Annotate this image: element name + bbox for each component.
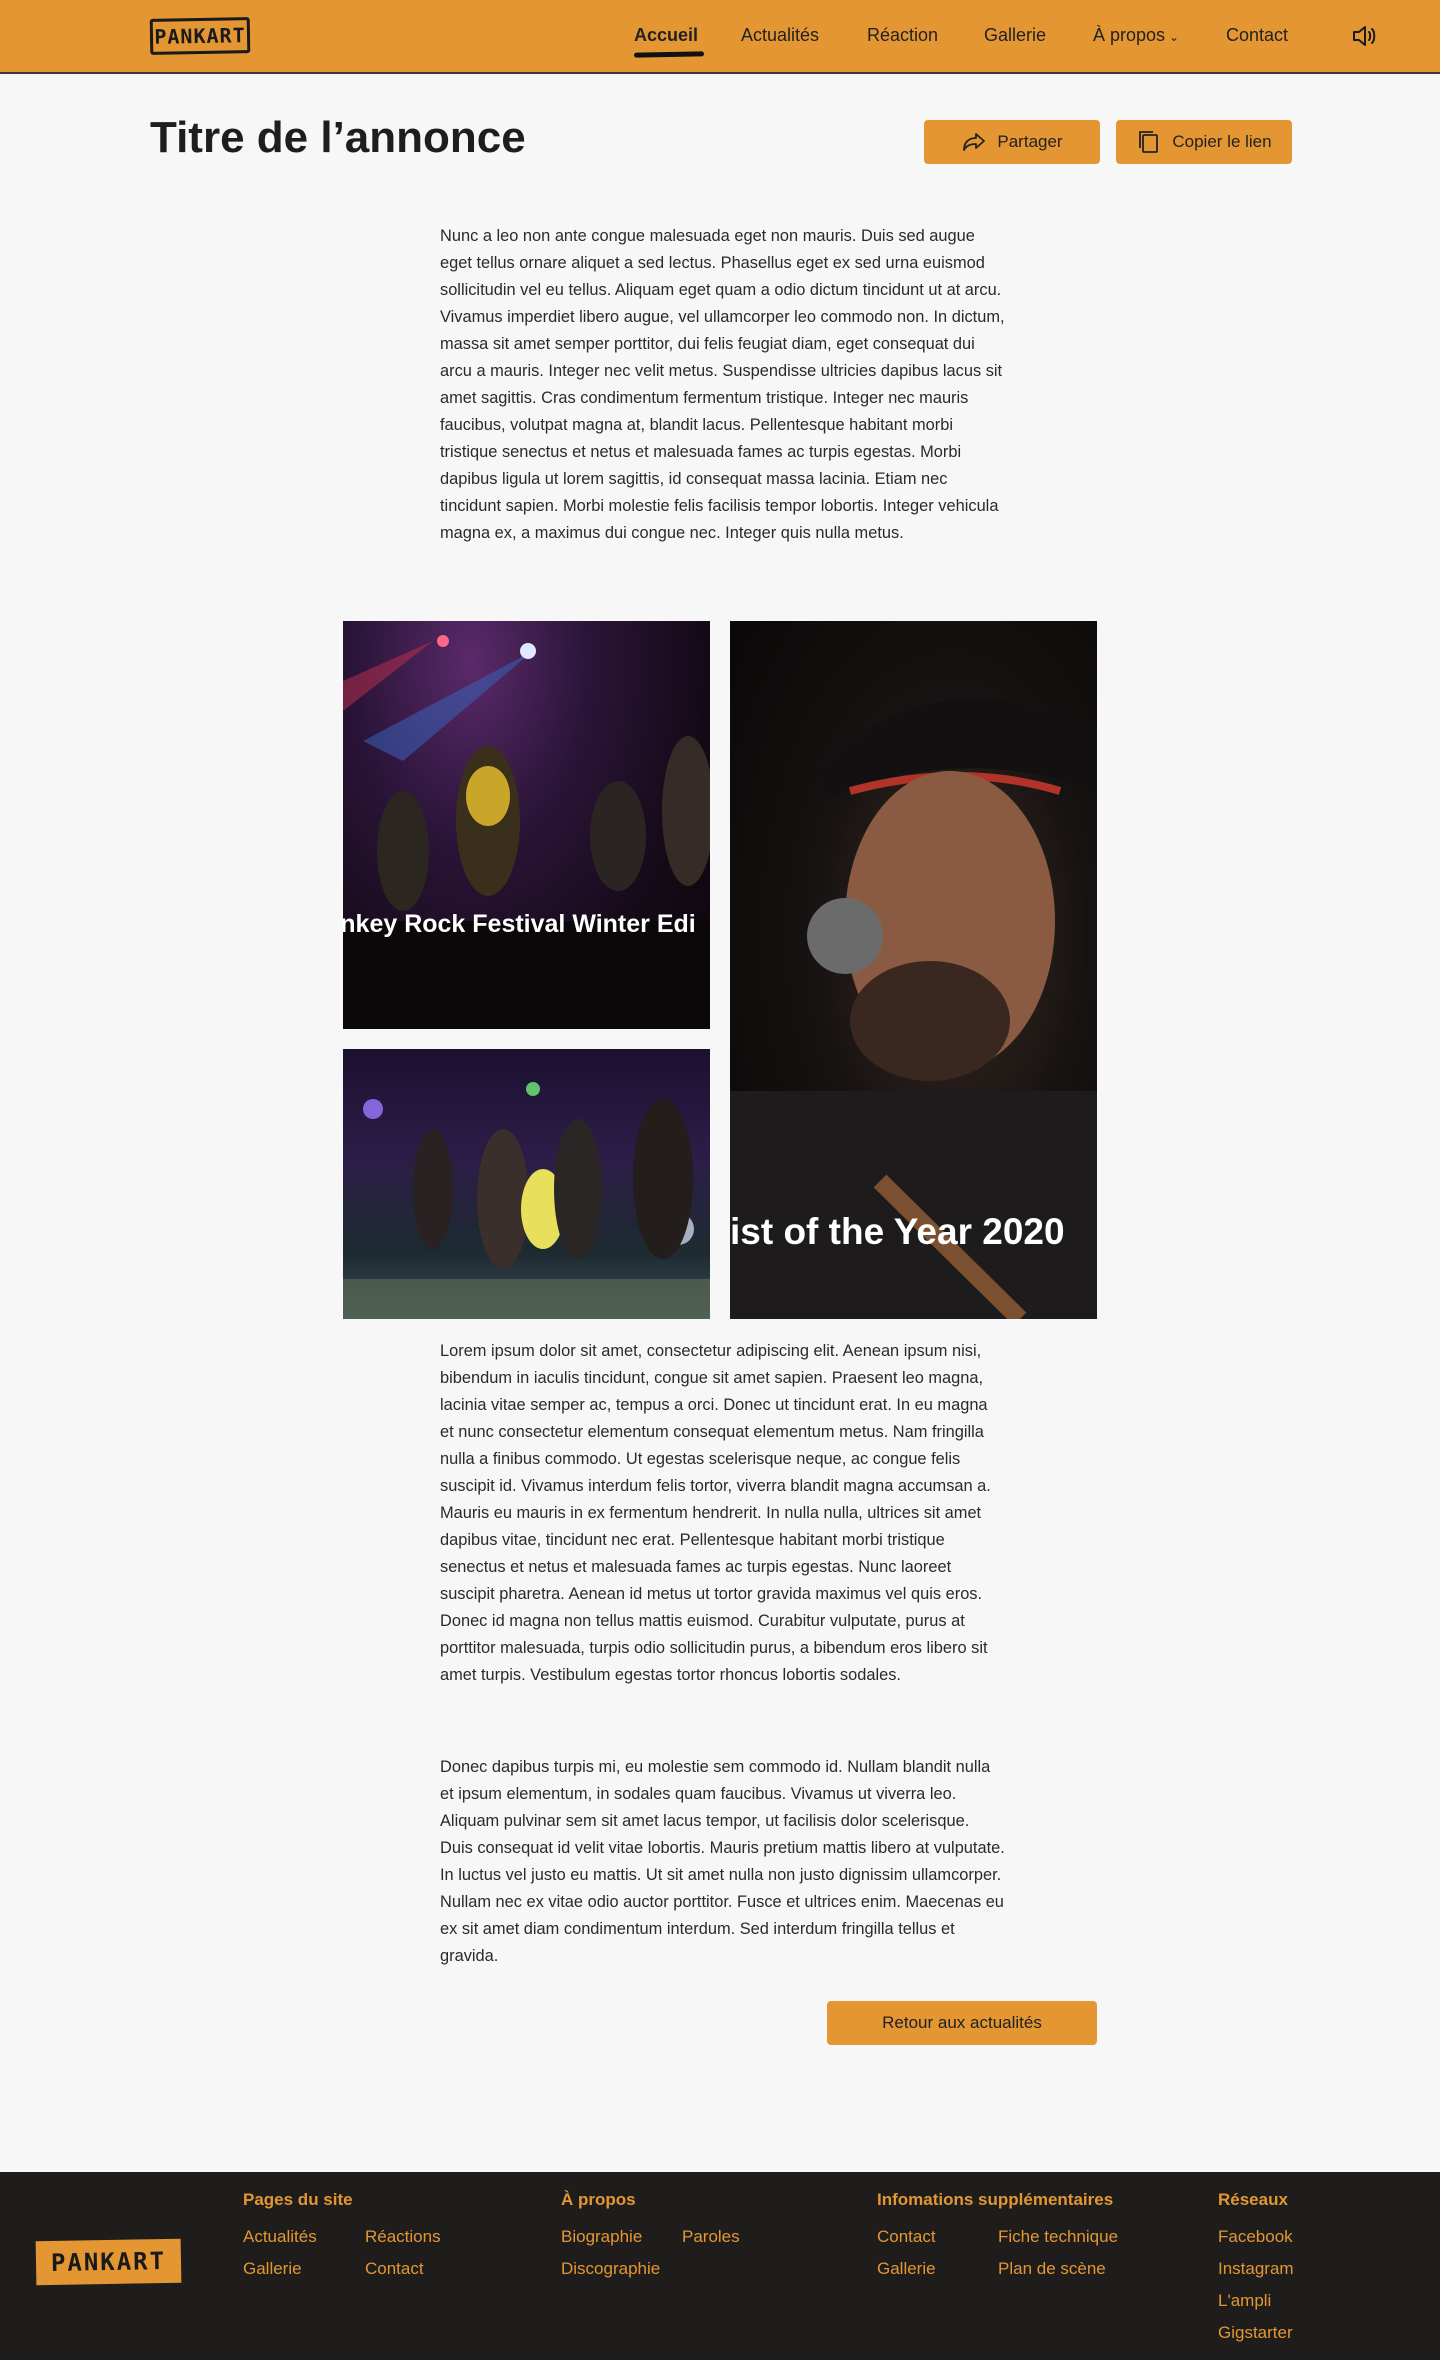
speaker-icon[interactable]	[1350, 22, 1378, 50]
footer-link-info-gallerie[interactable]: Gallerie	[877, 2259, 936, 2279]
active-underline	[633, 51, 705, 58]
footer-link-fiche-technique[interactable]: Fiche technique	[998, 2227, 1118, 2247]
footer-link-discographie[interactable]: Discographie	[561, 2259, 660, 2279]
footer-heading-info: Infomations supplémentaires	[877, 2190, 1114, 2209]
back-to-news-button[interactable]: Retour aux actualités	[827, 2001, 1097, 2045]
nav-reaction[interactable]: Réaction	[867, 25, 938, 46]
footer-link-gallerie[interactable]: Gallerie	[243, 2259, 302, 2279]
copy-link-label: Copier le lien	[1172, 132, 1272, 151]
photo-singer[interactable]: ist of the Year 2020	[730, 621, 1097, 1319]
photo-stage-band[interactable]	[343, 1049, 710, 1319]
copy-icon	[1139, 131, 1159, 153]
footer-link-contact[interactable]: Contact	[365, 2259, 424, 2279]
chevron-down-icon: ⌄	[1169, 30, 1180, 44]
nav-contact[interactable]: Contact	[1226, 25, 1288, 46]
body-paragraph-1: Lorem ipsum dolor sit amet, consectetur …	[440, 1342, 991, 1684]
footer-link-lampli[interactable]: L'ampli	[1218, 2291, 1271, 2311]
nav-accueil[interactable]: Accueil	[633, 25, 705, 58]
share-label: Partager	[997, 132, 1063, 151]
copy-link-button[interactable]: Copier le lien	[1116, 120, 1292, 164]
nav-accueil-label: Accueil	[634, 25, 699, 45]
footer-heading-pages: Pages du site	[243, 2190, 353, 2209]
footer-link-actualites[interactable]: Actualités	[243, 2227, 317, 2247]
share-icon	[963, 133, 986, 151]
footer-link-paroles[interactable]: Paroles	[682, 2227, 740, 2247]
intro-paragraph: Nunc a leo non ante congue malesuada ege…	[440, 227, 1005, 542]
site-header: PANKART Accueil Actualités Réaction Gall…	[0, 0, 1440, 74]
logo[interactable]: PANKART	[149, 17, 251, 55]
nav-a-propos-label: À propos	[1093, 25, 1166, 45]
stage-band-graphic	[343, 1082, 710, 1319]
footer-link-facebook[interactable]: Facebook	[1218, 2227, 1293, 2247]
footer-link-reactions[interactable]: Réactions	[365, 2227, 441, 2247]
photo-caption-artist: ist of the Year 2020	[730, 1211, 1065, 1252]
nav-actualites[interactable]: Actualités	[741, 25, 819, 46]
footer-heading-social: Réseaux	[1218, 2190, 1288, 2209]
footer-heading-about: À propos	[561, 2190, 636, 2209]
footer-link-info-contact[interactable]: Contact	[877, 2227, 936, 2247]
nav-gallerie[interactable]: Gallerie	[984, 25, 1046, 46]
page-title: Titre de l’annonce	[150, 113, 526, 162]
footer-link-biographie[interactable]: Biographie	[561, 2227, 642, 2247]
share-button[interactable]: Partager	[924, 120, 1100, 164]
stage-scene-graphic	[343, 635, 710, 1029]
footer-link-instagram[interactable]: Instagram	[1218, 2259, 1294, 2279]
photo-festival-band[interactable]: onkey Rock Festival Winter Edi	[343, 621, 710, 1029]
footer-link-plan-de-scene[interactable]: Plan de scène	[998, 2259, 1106, 2279]
body-paragraph-2: Donec dapibus turpis mi, eu molestie sem…	[440, 1758, 1005, 1965]
nav-a-propos[interactable]: À propos ⌄	[1093, 25, 1179, 46]
footer-logo[interactable]: PANKART	[35, 2238, 182, 2286]
photo-caption-festival: onkey Rock Festival Winter Edi	[343, 910, 696, 938]
footer-link-gigstarter[interactable]: Gigstarter	[1218, 2323, 1293, 2343]
